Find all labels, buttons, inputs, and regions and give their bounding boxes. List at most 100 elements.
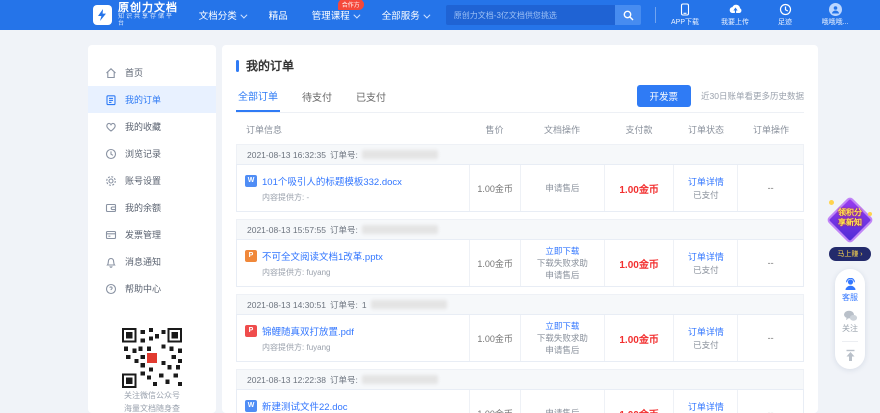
paid-amount: 1.00金币 [619,184,659,196]
header-status: 订单状态 [687,125,724,135]
customer-service-button[interactable]: 客服 [842,278,858,303]
order-number-label: 订单号: [329,299,358,310]
nav-divider [655,7,656,23]
earn-now-button[interactable]: 马上赚 › [829,247,871,261]
search-icon [623,10,634,20]
document-link[interactable]: 不可全文阅读文档1改革.pptx [262,249,383,263]
search-input[interactable] [445,5,616,25]
order-time: 2021-08-13 12:22:38 [247,374,326,385]
download-now-link[interactable]: 立即下载 [545,320,579,332]
header-doc-actions: 文档操作 [543,125,580,135]
order-number-label: 订单号: [329,374,358,385]
order-group: 2021-08-13 15:57:55 订单号: 不可全文阅读文档1改革.ppt… [236,219,804,287]
order-number-masked [370,300,447,309]
sidebar-item-my-orders[interactable]: 我的订单 [88,86,216,113]
nav-item-premium[interactable]: 精品 [269,8,288,22]
content-provider: 内容提供方: fuyang [262,342,331,352]
floating-widgets: 领积分 享新知 马上赚 › 客服 关注 [825,195,875,369]
nav-item-courses[interactable]: 合作方 管理课程 [312,0,364,22]
invoice-icon [105,230,117,239]
header-order-info: 订单信息 [246,125,283,135]
points-promo-badge[interactable]: 领积分 享新知 [825,195,875,246]
upload-button[interactable]: 我要上传 [718,3,752,27]
arrow-up-icon [846,349,854,361]
nav-item-all-services[interactable]: 全部服务 [382,8,431,22]
order-detail-link[interactable]: 订单详情 [688,251,724,264]
page-title: 我的订单 [236,57,804,74]
download-help-link[interactable]: 下载失败求助 [537,257,588,269]
table-row: 新建测试文件22.doc 内容提供方: - 1.00金币 申请售后 1.00金币… [236,389,804,413]
order-meta: 2021-08-13 12:22:38 订单号: [236,369,804,389]
document-link[interactable]: 101个吸引人的标题模板332.docx [262,174,402,188]
tab-unpaid[interactable]: 待支付 [300,85,334,111]
invoice-button[interactable]: 开发票 [636,84,692,107]
wechat-icon [843,310,857,321]
sidebar-item-invoices[interactable]: 发票管理 [88,221,216,248]
order-number-label: 订单号: [329,224,358,235]
history-icon [779,3,791,16]
after-sale-link[interactable]: 申请售后 [545,344,579,356]
order-number-masked [361,150,438,159]
header-order-actions: 订单操作 [752,125,789,135]
sidebar: 首页 我的订单 我的收藏 浏览记录 账号设置 我的余额 发票管理 消息通知 帮助… [88,45,216,413]
header-paid: 支付款 [625,125,653,135]
document-link[interactable]: 锦鲤随真双打放置.pdf [262,324,354,338]
order-time: 2021-08-13 15:57:55 [247,224,326,235]
order-detail-link[interactable]: 订单详情 [688,176,724,189]
order-action-cell: -- [737,315,803,361]
order-action-cell: -- [737,165,803,211]
sidebar-item-account-settings[interactable]: 账号设置 [88,167,216,194]
orders-panel: 我的订单 全部订单 待支付 已支付 开发票 近30日账单看更多历史数据 订单信息… [222,45,818,413]
header-price: 售价 [485,125,504,135]
headset-person-icon [845,278,855,290]
follow-wechat-button[interactable]: 关注 [842,310,858,334]
content-provider: 内容提供方: - [262,192,310,202]
nav-item-doc-category[interactable]: 文档分类 [199,8,248,22]
status-paid: 已支付 [693,264,719,275]
word-doc-icon [245,174,257,187]
order-detail-link[interactable]: 订单详情 [688,326,724,339]
price-cell: 1.00金币 [469,240,520,286]
download-help-link[interactable]: 下载失败求助 [537,332,588,344]
price-cell: 1.00金币 [469,165,520,211]
app-download-button[interactable]: APP下载 [668,3,702,27]
content-provider: 内容提供方: fuyang [262,267,331,277]
sidebar-item-help-center[interactable]: 帮助中心 [88,275,216,302]
floating-toolbar: 客服 关注 [835,269,865,369]
order-number-masked [361,225,438,234]
paid-amount: 1.00金币 [619,334,659,346]
clock-icon [105,148,117,159]
help-icon [105,283,117,294]
price-cell: 1.00金币 [469,390,520,413]
back-to-top-button[interactable] [844,349,857,362]
tab-paid[interactable]: 已支付 [354,85,388,111]
table-row: 101个吸引人的标题模板332.docx 内容提供方: - 1.00金币 申请售… [236,164,804,212]
sidebar-item-home[interactable]: 首页 [88,59,216,86]
user-account[interactable]: 哦哦哦... [818,3,852,27]
nav-menu: 文档分类 精品 合作方 管理课程 全部服务 [199,0,431,22]
tab-all-orders[interactable]: 全部订单 [236,84,280,112]
order-time: 2021-08-13 14:30:51 [247,299,326,310]
order-detail-link[interactable]: 订单详情 [688,401,724,413]
footprints-button[interactable]: 足迹 [768,3,802,27]
table-row: 不可全文阅读文档1改革.pptx 内容提供方: fuyang 1.00金币 立即… [236,239,804,287]
site-logo[interactable]: 原创力文档 知识共享存储平台 [93,2,179,28]
wechat-qr-block: 关注微信公众号 海量文档随身查 [88,328,216,413]
search-button[interactable] [615,5,642,25]
download-now-link[interactable]: 立即下载 [545,245,579,257]
document-link[interactable]: 新建测试文件22.doc [262,399,348,413]
sidebar-item-notifications[interactable]: 消息通知 [88,248,216,275]
partner-badge: 合作方 [337,0,364,10]
after-sale-link[interactable]: 申请售后 [545,269,579,281]
sidebar-item-balance[interactable]: 我的余额 [88,194,216,221]
after-sale-link[interactable]: 申请售后 [545,182,579,194]
order-group: 2021-08-13 12:22:38 订单号: 新建测试文件22.doc 内容… [236,369,804,413]
sidebar-item-browse-history[interactable]: 浏览记录 [88,140,216,167]
promo-line2: 享新知 [838,218,862,227]
chevron-down-icon [240,11,248,19]
after-sale-link[interactable]: 申请售后 [545,407,579,413]
order-group: 2021-08-13 14:30:51 订单号: 1 锦鲤随真双打放置.pdf … [236,294,804,362]
table-header: 订单信息 售价 文档操作 支付款 订单状态 订单操作 [236,123,804,144]
order-number-label: 订单号: [329,149,358,160]
sidebar-item-favorites[interactable]: 我的收藏 [88,113,216,140]
